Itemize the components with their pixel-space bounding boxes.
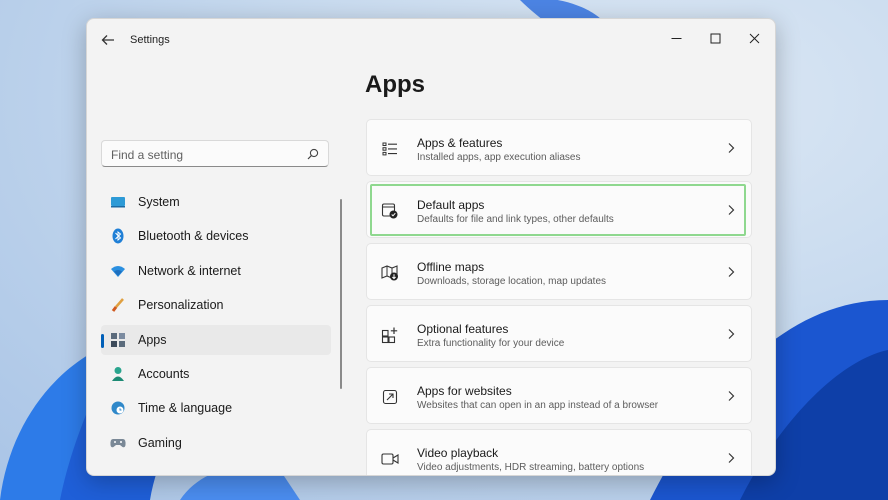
settings-window: Settings Find a setting System Bluetooth… xyxy=(86,18,776,476)
sidebar-item-label: Gaming xyxy=(138,435,182,450)
account-icon xyxy=(110,366,126,382)
sidebar-item-label: Personalization xyxy=(138,298,224,313)
maximize-button[interactable] xyxy=(698,25,732,51)
sidebar-item-apps[interactable]: Apps xyxy=(101,324,331,355)
sidebar-item-system[interactable]: System xyxy=(101,187,331,217)
sidebar-item-label: Accounts xyxy=(138,366,190,381)
card-title: Default apps xyxy=(417,198,485,212)
apps-for-websites-icon xyxy=(381,388,399,406)
offline-maps-icon xyxy=(381,264,399,282)
window-title: Settings xyxy=(130,34,170,46)
title-bar: Settings xyxy=(87,19,775,59)
wifi-icon xyxy=(110,263,126,279)
card-title: Video playback xyxy=(417,446,499,460)
back-button[interactable] xyxy=(97,29,119,51)
chevron-right-icon xyxy=(728,143,735,153)
sidebar-item-label: Network & internet xyxy=(138,263,241,278)
card-offline-maps[interactable]: Offline maps Downloads, storage location… xyxy=(366,243,752,300)
card-subtitle: Installed apps, app execution aliases xyxy=(417,152,581,163)
minimize-icon xyxy=(671,37,681,39)
close-icon xyxy=(749,33,759,43)
sidebar-item-label: System xyxy=(138,195,180,209)
bluetooth-icon xyxy=(110,228,126,244)
card-title: Apps for websites xyxy=(417,384,512,398)
chevron-right-icon xyxy=(728,267,735,277)
sidebar-item-label: Bluetooth & devices xyxy=(138,229,249,244)
gamepad-icon xyxy=(110,435,126,451)
chevron-right-icon xyxy=(728,391,735,401)
search-icon xyxy=(307,148,319,160)
close-button[interactable] xyxy=(737,25,771,51)
card-apps-features[interactable]: Apps & features Installed apps, app exec… xyxy=(366,119,752,176)
card-video-playback[interactable]: Video playback Video adjustments, HDR st… xyxy=(366,429,752,475)
system-icon xyxy=(110,194,126,210)
sidebar-scrollbar[interactable] xyxy=(340,199,342,389)
minimize-button[interactable] xyxy=(659,25,693,51)
chevron-right-icon xyxy=(728,453,735,463)
search-placeholder: Find a setting xyxy=(111,148,184,162)
card-title: Optional features xyxy=(417,322,509,336)
card-subtitle: Video adjustments, HDR streaming, batter… xyxy=(417,462,645,473)
back-arrow-icon xyxy=(101,35,114,45)
card-default-apps[interactable]: Default apps Defaults for file and link … xyxy=(366,181,752,238)
sidebar-item-personalization[interactable]: Personalization xyxy=(101,290,331,320)
card-subtitle: Extra functionality for your device xyxy=(417,338,565,349)
search-box[interactable]: Find a setting xyxy=(101,140,329,167)
chevron-right-icon xyxy=(728,329,735,339)
paintbrush-icon xyxy=(110,297,126,313)
maximize-icon xyxy=(710,33,720,43)
sidebar-item-bluetooth-devices[interactable]: Bluetooth & devices xyxy=(101,221,331,251)
sidebar-item-label: Apps xyxy=(138,332,167,347)
card-subtitle: Defaults for file and link types, other … xyxy=(417,214,614,225)
apps-icon xyxy=(110,332,126,348)
card-subtitle: Websites that can open in an app instead… xyxy=(417,400,659,411)
selection-indicator xyxy=(101,333,104,348)
globe-clock-icon xyxy=(110,400,126,416)
card-title: Apps & features xyxy=(417,136,503,150)
sidebar-nav: System Bluetooth & devices Network & int… xyxy=(101,187,331,462)
card-title: Offline maps xyxy=(417,260,485,274)
apps-features-icon xyxy=(381,140,399,158)
default-apps-icon xyxy=(381,202,399,220)
optional-features-icon xyxy=(381,326,399,344)
sidebar-item-label: Time & language xyxy=(138,401,233,416)
page-title: Apps xyxy=(365,71,425,98)
chevron-right-icon xyxy=(728,205,735,215)
video-playback-icon xyxy=(381,450,399,468)
sidebar-item-network-internet[interactable]: Network & internet xyxy=(101,256,331,286)
sidebar-item-gaming[interactable]: Gaming xyxy=(101,428,331,458)
sidebar-item-accounts[interactable]: Accounts xyxy=(101,359,331,389)
card-subtitle: Downloads, storage location, map updates xyxy=(417,276,607,287)
card-apps-for-websites[interactable]: Apps for websites Websites that can open… xyxy=(366,367,752,424)
sidebar-item-time-language[interactable]: Time & language xyxy=(101,393,331,423)
card-optional-features[interactable]: Optional features Extra functionality fo… xyxy=(366,305,752,362)
